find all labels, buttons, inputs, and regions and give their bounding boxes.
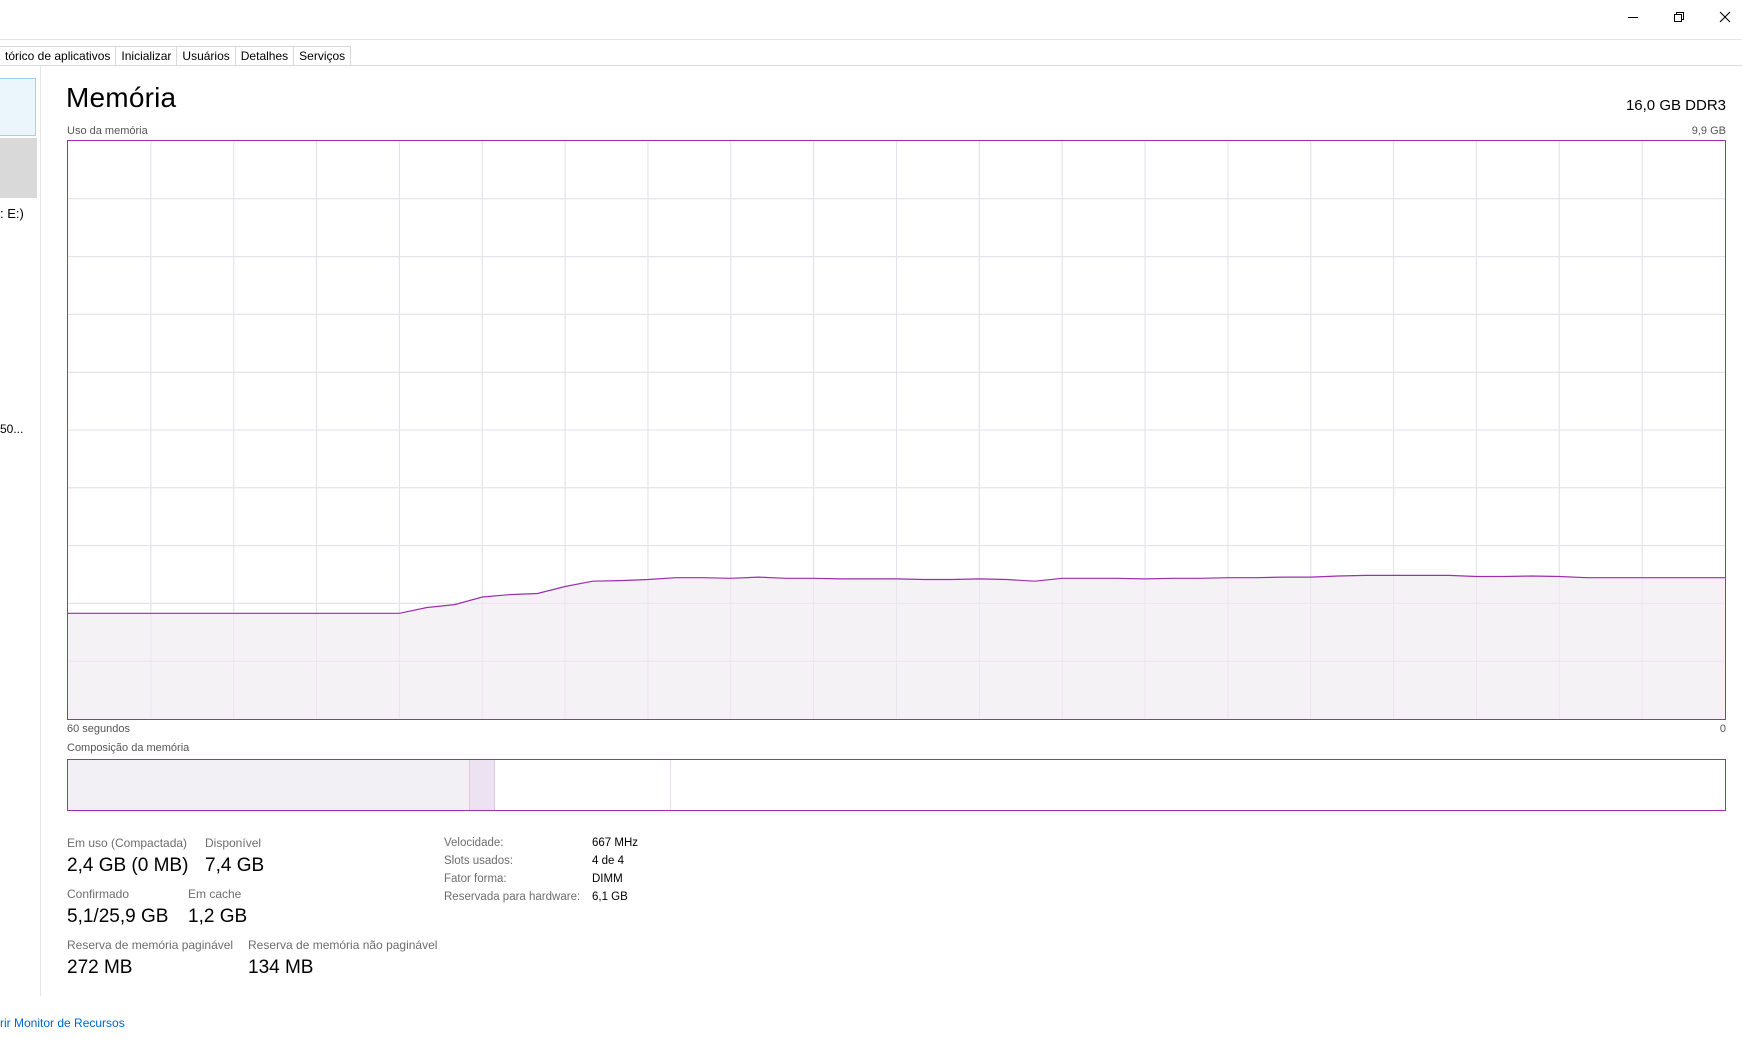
slots-value: 4 de 4 <box>592 855 624 867</box>
tab-services[interactable]: Serviços <box>294 46 352 66</box>
composition-segment[interactable] <box>670 760 1726 810</box>
memory-spec: 16,0 GB DDR3 <box>1625 97 1726 114</box>
committed-value: 5,1/25,9 GB <box>67 906 169 927</box>
tab-bar: tórico de aplicativos Inicializar Usuári… <box>0 46 352 66</box>
memory-composition-bar[interactable] <box>67 759 1726 811</box>
sidebar-item-memory[interactable] <box>0 78 36 136</box>
task-manager-window: tórico de aplicativos Inicializar Usuári… <box>0 0 1742 1048</box>
memory-usage-chart <box>67 140 1726 720</box>
composition-segment[interactable] <box>469 760 495 810</box>
form-factor-value: DIMM <box>592 873 623 885</box>
hardware-reserved-value: 6,1 GB <box>592 891 628 903</box>
sidebar-item-label[interactable]: : E:) <box>0 206 24 221</box>
minimize-button[interactable] <box>1610 0 1656 34</box>
composition-segment[interactable] <box>494 760 671 810</box>
composition-title: Composição da memória <box>67 742 190 754</box>
in-use-label: Em uso (Compactada) <box>67 836 188 850</box>
chart-x-right-label: 0 <box>1719 723 1726 735</box>
restore-icon <box>1674 12 1684 22</box>
committed-label: Confirmado <box>67 887 130 901</box>
sidebar-divider <box>40 66 41 996</box>
close-icon <box>1719 11 1731 23</box>
tab-details[interactable]: Detalhes <box>235 46 295 66</box>
paged-pool-value: 272 MB <box>67 957 133 978</box>
form-factor-label: Fator forma: <box>444 873 507 885</box>
nonpaged-pool-label: Reserva de memória não paginável <box>248 938 438 952</box>
tab-app-history[interactable]: tórico de aplicativos <box>0 46 117 66</box>
tabbar-divider <box>0 65 1742 66</box>
speed-value: 667 MHz <box>592 837 639 849</box>
tab-users[interactable]: Usuários <box>177 46 236 66</box>
chart-grid-overlay <box>68 141 1725 719</box>
paged-pool-label: Reserva de memória paginável <box>67 938 234 952</box>
sidebar-item-disk[interactable] <box>0 138 37 198</box>
composition-segment[interactable] <box>68 760 470 810</box>
page-title: Memória <box>66 82 177 113</box>
available-label: Disponível <box>205 836 262 850</box>
cached-label: Em cache <box>188 887 242 901</box>
speed-label: Velocidade: <box>444 837 504 849</box>
cached-value: 1,2 GB <box>188 906 248 927</box>
tab-startup[interactable]: Inicializar <box>116 46 178 66</box>
slots-label: Slots usados: <box>444 855 514 867</box>
chart-x-left-label: 60 segundos <box>67 723 130 735</box>
chart-title: Uso da memória <box>67 125 148 137</box>
hardware-reserved-label: Reservada para hardware: <box>444 891 581 903</box>
close-button[interactable] <box>1702 0 1742 34</box>
chart-max-label: 9,9 GB <box>1691 125 1726 137</box>
minimize-icon <box>1628 17 1638 18</box>
sidebar-item-label[interactable]: 50... <box>0 422 23 436</box>
available-value: 7,4 GB <box>205 855 265 876</box>
in-use-value: 2,4 GB (0 MB) <box>67 855 189 876</box>
open-resource-monitor-link[interactable]: rir Monitor de Recursos <box>0 1016 125 1030</box>
restore-button[interactable] <box>1656 0 1702 34</box>
titlebar-separator <box>0 39 1742 40</box>
nonpaged-pool-value: 134 MB <box>248 957 314 978</box>
